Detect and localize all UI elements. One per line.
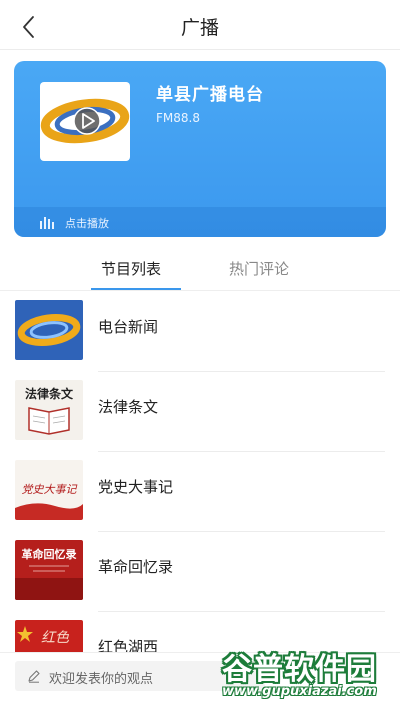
svg-text:法律条文: 法律条文 [25,386,74,401]
watermark-text: 谷普软件园 [222,652,377,687]
program-title: 法律条文 [98,398,159,416]
program-thumbnail: 党史大事记 [15,460,83,520]
svg-text:革命回忆录: 革命回忆录 [22,547,77,561]
station-name: 单县广播电台 [156,85,264,105]
play-label: 点击播放 [65,217,109,230]
list-item[interactable]: 电台新闻 [0,292,400,372]
svg-text:党史大事记: 党史大事记 [22,483,78,496]
program-thumbnail [15,300,83,360]
list-item[interactable]: 法律条文 法律条文 [0,372,400,452]
program-title: 红色湖西 [98,638,159,652]
play-button[interactable]: 点击播放 [14,207,386,237]
pencil-icon [28,670,40,683]
program-title: 电台新闻 [98,318,159,336]
program-thumbnail: 法律条文 [15,380,83,440]
station-frequency: FM88.8 [156,111,200,125]
svg-text:红色: 红色 [41,630,70,646]
tab-bar: 节目列表 热门评论 [0,252,400,292]
station-card: 单县广播电台 FM88.8 点击播放 [14,61,386,237]
station-logo-image [40,98,130,144]
program-title: 革命回忆录 [98,558,174,576]
list-item[interactable]: 革命回忆录 革命回忆录 [0,532,400,612]
watermark: 谷普软件园 www.gupuxiazai.com [218,644,398,704]
program-title: 党史大事记 [98,478,174,496]
tab-hot-comments[interactable]: 热门评论 [229,258,289,279]
watermark-url: www.gupuxiazai.com [222,684,377,699]
list-item[interactable]: 党史大事记 党史大事记 [0,452,400,532]
divider [0,290,400,291]
station-logo[interactable] [40,82,130,161]
tab-program-list[interactable]: 节目列表 [101,258,161,279]
program-list: 电台新闻 法律条文 法律条文 党史大事记 党史大事记 革命回忆录 革命回忆录 红… [0,292,400,652]
program-thumbnail: 革命回忆录 [15,540,83,600]
comment-placeholder: 欢迎发表你的观点 [49,672,154,687]
radio-page: 广播 单县广播电台 FM88.8 点击播放 节目列表 热门评论 电台新闻 法律条… [0,0,400,711]
program-thumbnail: 红色 [15,620,83,652]
page-title: 广播 [180,17,219,39]
top-bar: 广播 [0,0,400,50]
audio-bars-icon [40,217,54,229]
